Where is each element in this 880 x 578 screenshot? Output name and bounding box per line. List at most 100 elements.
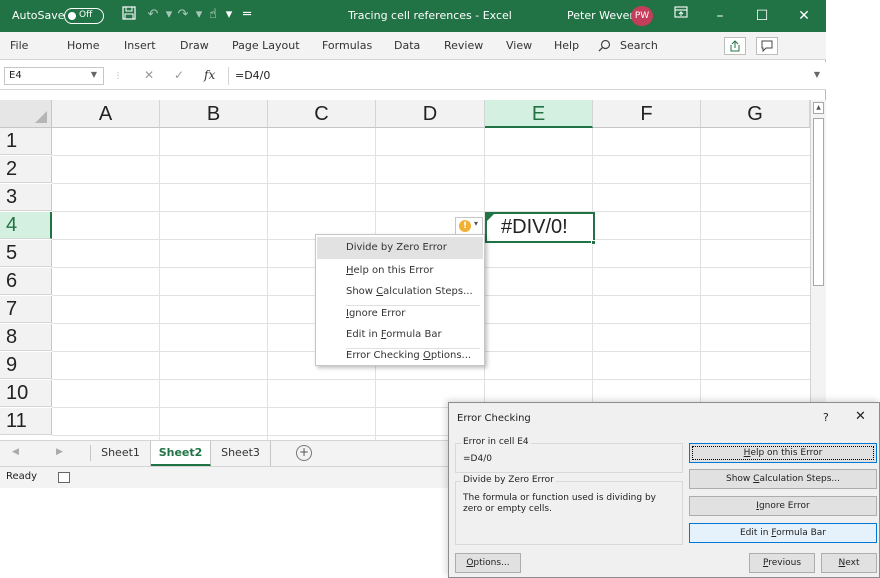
error-indicator-icon [487,214,494,221]
expand-formula-bar-icon[interactable]: ▼ [814,70,820,79]
search-label[interactable]: Search [620,39,658,52]
menu-item-label: Divide by Zero Error [346,242,447,253]
menu-item-error-checking-options[interactable]: Error Checking Options... [317,345,483,367]
ribbon-display-icon[interactable] [672,6,690,24]
active-cell-e4[interactable]: #DIV/0! [485,212,595,243]
fill-handle[interactable] [591,240,596,245]
name-box[interactable]: E4 ▼ [4,67,104,85]
avatar[interactable]: PW [631,6,653,26]
scroll-thumb[interactable] [813,118,824,286]
menu-item-label: Error Checking [346,350,423,361]
tab-page-layout[interactable]: Page Layout [232,39,300,52]
menu-item-ignore-error[interactable]: Ignore Error [317,303,483,325]
error-formula: =D4/0 [463,454,492,464]
touch-dropdown-icon[interactable]: ▾ [220,6,238,24]
help-on-error-button[interactable]: Help on this Error [689,443,877,463]
row-header-2[interactable]: 2 [0,156,52,183]
tab-data[interactable]: Data [394,39,420,52]
scroll-up-icon[interactable]: ▲ [813,102,824,114]
gridline [52,379,810,380]
tab-scroll-right-icon[interactable]: ▶ [56,447,63,457]
button-label: ext [845,558,860,568]
row-header-5[interactable]: 5 [0,240,52,267]
save-icon[interactable] [120,6,138,24]
tab-scroll-left-icon[interactable]: ◀ [12,447,19,457]
row-header-6[interactable]: 6 [0,268,52,295]
sheet-tab-sheet1[interactable]: Sheet1 [91,441,151,466]
customize-qat-icon[interactable]: ═ [238,6,256,24]
error-description: The formula or function used is dividing… [463,493,656,514]
chevron-down-icon[interactable]: ▼ [91,70,97,79]
status-ready: Ready [6,471,38,482]
tab-review[interactable]: Review [444,39,483,52]
menu-item-error-type[interactable]: Divide by Zero Error [317,237,483,259]
close-icon[interactable]: ✕ [784,0,824,32]
tab-help[interactable]: Help [554,39,579,52]
accessibility-icon[interactable] [58,472,70,483]
sheet-tab-sheet3[interactable]: Sheet3 [211,441,271,466]
gridline [52,211,810,212]
ribbon-tabs: File Home Insert Draw Page Layout Formul… [0,32,826,60]
button-label: elp on this Error [750,448,823,458]
tab-file[interactable]: File [10,39,28,52]
row-header-4[interactable]: 4 [0,212,52,239]
help-icon[interactable]: ? [823,411,829,424]
add-sheet-button[interactable]: + [296,445,312,461]
row-header-9[interactable]: 9 [0,352,52,379]
tab-insert[interactable]: Insert [124,39,156,52]
column-header-c[interactable]: C [268,100,376,128]
column-header-d[interactable]: D [376,100,485,128]
minimize-icon[interactable]: – [700,0,740,32]
close-icon[interactable]: ✕ [855,409,866,424]
column-header-f[interactable]: F [593,100,701,128]
menu-item-label: Show [346,286,377,297]
tab-formulas[interactable]: Formulas [322,39,372,52]
autosave-toggle[interactable]: Off [64,8,104,24]
sheet-tab-sheet2[interactable]: Sheet2 [151,441,211,466]
menu-item-edit-in-formula-bar[interactable]: Edit in Formula Bar [317,324,483,346]
cancel-icon[interactable]: ✕ [144,68,154,82]
formula-input[interactable]: =D4/0 [228,67,820,85]
button-label: ormula Bar [776,528,826,538]
title-bar: AutoSave Off ↶ ▾ ↷ ▾ ☝ ▾ ═ Tracing cell … [0,0,826,32]
menu-item-help-on-error[interactable]: Help on this Error [317,260,483,282]
row-header-1[interactable]: 1 [0,128,52,155]
maximize-icon[interactable]: ☐ [742,0,782,32]
error-smart-tag[interactable]: ! ▾ [455,217,483,235]
gridline [700,128,701,440]
column-header-a[interactable]: A [52,100,160,128]
insert-function-icon[interactable]: fx [204,68,215,82]
column-header-b[interactable]: B [160,100,268,128]
row-header-11[interactable]: 11 [0,408,52,435]
row-header-8[interactable]: 8 [0,324,52,351]
button-label: gnore Error [758,501,810,511]
row-header-10[interactable]: 10 [0,380,52,407]
gridline [267,128,268,440]
enter-icon[interactable]: ✓ [174,68,184,82]
column-header-e[interactable]: E [485,100,593,128]
comments-button[interactable] [756,37,778,55]
menu-item-label: Edit in [346,329,381,340]
edit-in-formula-bar-button[interactable]: Edit in Formula Bar [689,523,877,543]
tab-view[interactable]: View [506,39,532,52]
menu-item-show-calc-steps[interactable]: Show Calculation Steps... [317,281,483,303]
share-button[interactable] [724,37,746,55]
ignore-error-button[interactable]: Ignore Error [689,496,877,516]
gridline [52,155,810,156]
next-button[interactable]: Next [821,553,877,573]
formula-bar-grip-icon: ⋮ [114,71,122,80]
row-header-7[interactable]: 7 [0,296,52,323]
error-in-cell-label: Error in cell E4 [461,437,531,447]
select-all-button[interactable] [0,100,52,128]
options-button[interactable]: Options... [455,553,521,573]
previous-button[interactable]: Previous [749,553,815,573]
tab-home[interactable]: Home [67,39,99,52]
select-all-icon [35,111,47,123]
gridline [159,128,160,440]
column-header-g[interactable]: G [701,100,810,128]
vertical-scrollbar[interactable]: ▲ [810,100,826,440]
search-icon[interactable] [598,39,612,53]
row-header-3[interactable]: 3 [0,184,52,211]
tab-draw[interactable]: Draw [180,39,209,52]
show-calculation-steps-button[interactable]: Show Calculation Steps... [689,469,877,489]
